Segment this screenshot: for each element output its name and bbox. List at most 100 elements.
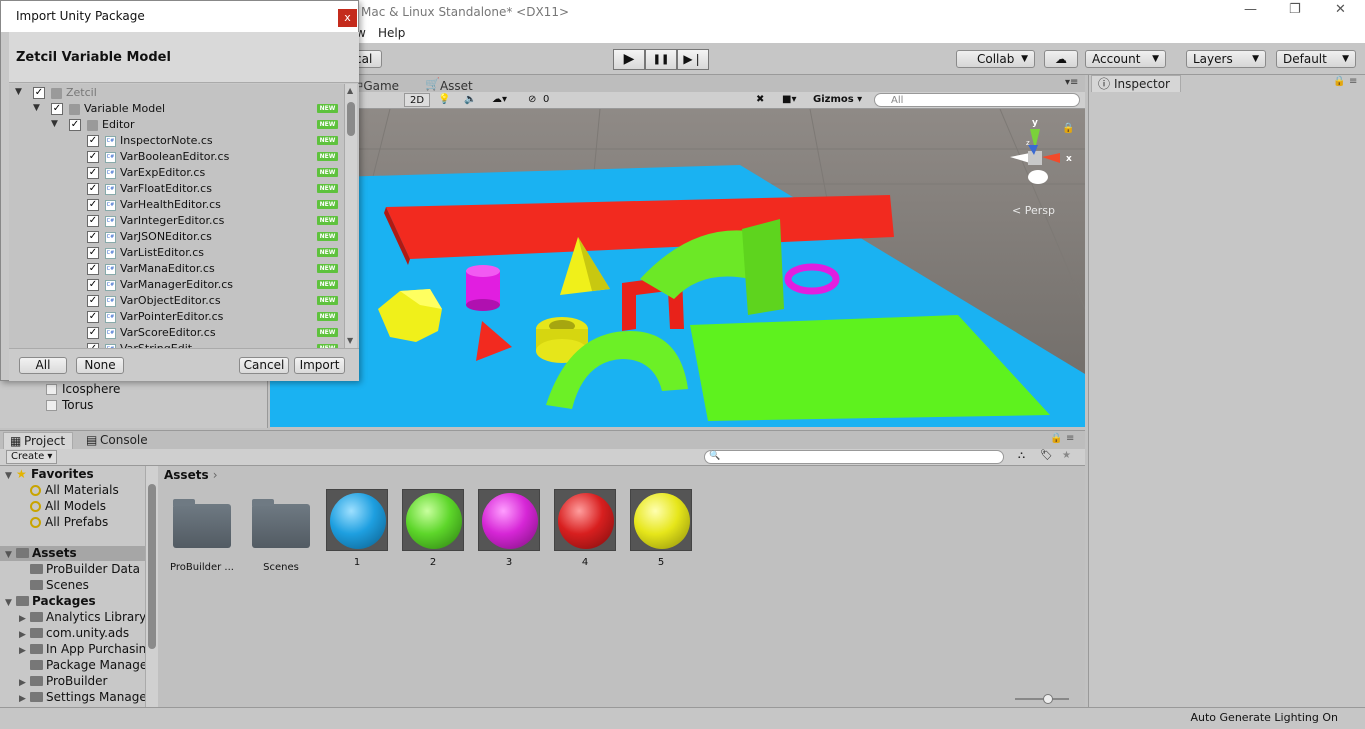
panel-menu-icon[interactable]: ≡ [1066,433,1074,444]
layers-dropdown[interactable]: Layers ▼ [1186,50,1266,68]
panel-menu-icon[interactable]: ≡ [1349,76,1357,87]
include-checkbox[interactable]: ✓ [87,295,99,307]
asset-material-4[interactable]: 4 [553,489,617,568]
package-tree-row[interactable]: ✓C#VarStringEdit...NEW [9,341,343,348]
tools-icon[interactable]: ✖ [756,93,764,107]
lock-icon[interactable]: 🔒 [1333,76,1345,87]
include-checkbox[interactable]: ✓ [33,87,45,99]
select-all-button[interactable]: All [19,357,67,374]
package-tree-row[interactable]: ✓ C# VarExpEditor.cs NEW [9,165,343,181]
import-button[interactable]: Import [294,357,345,374]
close-window-button[interactable]: ✕ [1335,2,1346,17]
collab-dropdown[interactable]: Collab ▼ [956,50,1035,68]
include-checkbox[interactable]: ✓ [87,167,99,179]
dialog-title-bar[interactable]: Import Unity Package x [1,1,358,32]
restore-button[interactable]: ❐ [1289,2,1301,17]
tree-item-settings-manager[interactable]: Settings Manage [30,690,145,704]
tree-item-all-models[interactable]: All Models [30,499,106,513]
tree-assets[interactable]: Assets [16,546,77,560]
collapse-arrow-icon[interactable]: ▶ [19,646,26,656]
tree-item-scenes[interactable]: Scenes [30,578,89,592]
asset-material-2[interactable]: 2 [401,489,465,568]
include-checkbox[interactable]: ✓ [87,311,99,323]
hierarchy-item-icosphere[interactable]: Icosphere [62,382,120,396]
package-tree-row[interactable]: ✓ C# VarListEditor.cs NEW [9,245,343,261]
include-checkbox[interactable]: ✓ [87,151,99,163]
tree-scrollbar[interactable] [145,466,158,708]
list-scrollbar-thumb[interactable] [347,102,355,136]
scene-view[interactable]: y x z < Persp 🔒 [270,109,1085,427]
collapse-arrow-icon[interactable]: ▶ [19,694,26,704]
audio-icon[interactable]: 🔈 [464,93,476,107]
filter-type-icon[interactable]: ⛬ [1018,450,1025,461]
scroll-up-icon[interactable]: ▲ [347,86,353,95]
package-tree-row[interactable]: ✓ C# VarPointerEditor.cs NEW [9,309,343,325]
hierarchy-item-torus[interactable]: Torus [62,398,93,412]
asset-folder-scenes[interactable]: Scenes [249,496,313,573]
package-tree-row[interactable]: ✓ C# VarBooleanEditor.cs NEW [9,149,343,165]
include-checkbox[interactable]: ✓ [87,247,99,259]
minimize-button[interactable]: — [1244,2,1257,17]
package-tree-row[interactable]: ▼ ✓ Zetcil [9,85,343,101]
include-checkbox[interactable]: ✓ [87,199,99,211]
tab-console[interactable]: ▤ Console [86,432,148,449]
tree-item-in-app-purchasing[interactable]: In App Purchasin [30,642,145,656]
cloud-button[interactable]: ☁ [1044,50,1078,68]
expand-arrow-icon[interactable]: ▼ [5,471,12,481]
tree-favorites[interactable]: ★ Favorites [16,467,94,481]
include-checkbox[interactable]: ✓ [69,119,81,131]
layout-dropdown[interactable]: Default ▼ [1276,50,1356,68]
select-none-button[interactable]: None [76,357,124,374]
hidden-objects-icon[interactable]: ⊘ [528,93,536,107]
package-tree-row[interactable]: ✓ C# VarManagerEditor.cs NEW [9,277,343,293]
cancel-button[interactable]: Cancel [239,357,289,374]
include-checkbox[interactable]: ✓ [87,263,99,275]
gizmos-dropdown[interactable]: Gizmos ▾ [813,93,862,107]
list-scrollbar[interactable]: ▲ ▼ [344,84,357,348]
dialog-close-button[interactable]: x [338,9,357,27]
step-button[interactable]: ▶❘ [677,49,709,70]
collapse-arrow-icon[interactable]: ▶ [19,614,26,624]
panel-menu-icon[interactable]: ▾≡ [1065,77,1078,88]
toggle-2d-button[interactable]: 2D [404,93,430,107]
tree-scrollbar-thumb[interactable] [148,484,156,649]
favorite-star-icon[interactable]: ★ [1062,450,1071,461]
package-tree-row[interactable]: ✓ C# VarIntegerEditor.cs NEW [9,213,343,229]
scroll-down-icon[interactable]: ▼ [347,336,353,345]
package-tree-row[interactable]: ✓ C# VarJSONEditor.cs NEW [9,229,343,245]
tree-item-analytics-library[interactable]: Analytics Library [30,610,145,624]
play-button[interactable]: ▶ [613,49,645,70]
scene-viewport[interactable]: y x z < Persp 🔒 [270,109,1085,427]
asset-folder-probuilder[interactable]: ProBuilder ... [170,496,234,573]
camera-icon[interactable]: ■▾ [782,93,796,107]
include-checkbox[interactable]: ✓ [51,103,63,115]
tree-item-package-manager[interactable]: Package Manage [30,658,145,672]
collapse-arrow-icon[interactable]: ▶ [19,630,26,640]
package-tree-row[interactable]: ✓ C# VarManaEditor.cs NEW [9,261,343,277]
include-checkbox[interactable]: ✓ [87,135,99,147]
tree-item-all-prefabs[interactable]: All Prefabs [30,515,108,529]
include-checkbox[interactable]: ✓ [87,327,99,339]
pause-button[interactable]: ❚❚ [645,49,677,70]
asset-material-1[interactable]: 1 [325,489,389,568]
package-tree-row[interactable]: ✓ C# VarScoreEditor.cs NEW [9,325,343,341]
package-tree-row[interactable]: ✓ C# VarFloatEditor.cs NEW [9,181,343,197]
tree-packages[interactable]: Packages [16,594,96,608]
lock-icon[interactable]: 🔒 [1050,433,1062,444]
tab-inspector[interactable]: ⓘ Inspector [1091,75,1181,92]
asset-material-5[interactable]: 5 [629,489,693,568]
lighting-icon[interactable]: 💡 [438,93,450,107]
package-tree-row[interactable]: ✓ C# InspectorNote.cs NEW [9,133,343,149]
include-checkbox[interactable]: ✓ [87,279,99,291]
expand-arrow-icon[interactable]: ▼ [5,550,12,560]
create-dropdown[interactable]: Create ▾ [6,450,58,464]
tree-item-com-unity-ads[interactable]: com.unity.ads [30,626,129,640]
include-checkbox[interactable]: ✓ [87,215,99,227]
tree-item-probuilder[interactable]: ProBuilder [30,674,107,688]
zoom-slider-handle[interactable] [1043,694,1053,704]
package-tree-row[interactable]: ▼ ✓ Editor NEW [9,117,343,133]
package-tree-row[interactable]: ✓ C# VarObjectEditor.cs NEW [9,293,343,309]
include-checkbox[interactable]: ✓ [87,231,99,243]
include-checkbox[interactable]: ✓ [87,183,99,195]
zoom-slider[interactable] [1015,694,1069,704]
